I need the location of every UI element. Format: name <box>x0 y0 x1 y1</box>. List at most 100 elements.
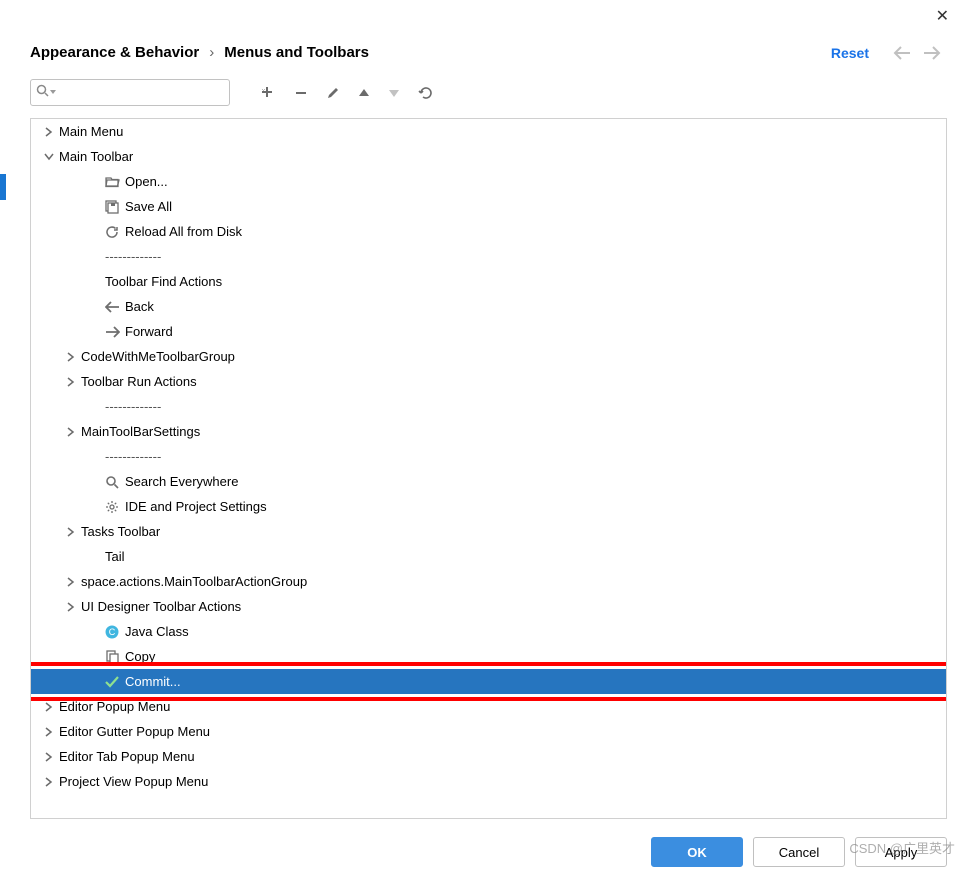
edit-button[interactable] <box>326 86 340 100</box>
tree-item-label: Editor Gutter Popup Menu <box>57 724 210 739</box>
tree-item[interactable]: Editor Tab Popup Menu <box>31 744 946 769</box>
tree-item[interactable]: CodeWithMeToolbarGroup <box>31 344 946 369</box>
tree-item-label: CodeWithMeToolbarGroup <box>79 349 235 364</box>
chevron-right-icon[interactable] <box>41 777 57 787</box>
nav-forward-icon[interactable] <box>923 46 941 60</box>
chevron-right-icon[interactable] <box>63 377 79 387</box>
tree-item-label: Forward <box>123 324 173 339</box>
chevron-right-icon[interactable] <box>41 127 57 137</box>
tree-item[interactable]: Tasks Toolbar <box>31 519 946 544</box>
tree-item[interactable]: Commit... <box>31 669 946 694</box>
move-down-button[interactable] <box>388 88 400 98</box>
breadcrumb: Appearance & Behavior › Menus and Toolba… <box>30 44 831 61</box>
search-icon <box>103 475 121 489</box>
add-button[interactable] <box>260 85 276 101</box>
tree-item[interactable]: space.actions.MainToolbarActionGroup <box>31 569 946 594</box>
tree-item[interactable]: Back <box>31 294 946 319</box>
tree-item-label: Reload All from Disk <box>123 224 242 239</box>
tree-item-label: Main Menu <box>57 124 123 139</box>
apply-button[interactable]: Apply <box>855 837 947 867</box>
tree-item-label: Main Toolbar <box>57 149 133 164</box>
tree-separator[interactable]: ------------- <box>31 444 946 469</box>
reset-button[interactable]: Reset <box>831 45 869 61</box>
tree-item-label: Commit... <box>123 674 181 689</box>
tree-item[interactable]: CJava Class <box>31 619 946 644</box>
tree-item[interactable]: Tail <box>31 544 946 569</box>
tree-item[interactable]: IDE and Project Settings <box>31 494 946 519</box>
tree-item-label: Tasks Toolbar <box>79 524 160 539</box>
tree-item[interactable]: Main Toolbar <box>31 144 946 169</box>
header: Appearance & Behavior › Menus and Toolba… <box>8 32 969 79</box>
tree-item-label: space.actions.MainToolbarActionGroup <box>79 574 307 589</box>
tree-item[interactable]: Copy <box>31 644 946 669</box>
folder-open-icon <box>103 175 121 188</box>
tree-item[interactable]: Save All <box>31 194 946 219</box>
restore-button[interactable] <box>418 85 434 101</box>
svg-text:C: C <box>109 627 116 637</box>
tree-item-label: Toolbar Run Actions <box>79 374 197 389</box>
tree-item[interactable]: UI Designer Toolbar Actions <box>31 594 946 619</box>
ok-button[interactable]: OK <box>651 837 743 867</box>
tree-item[interactable]: Project View Popup Menu <box>31 769 946 794</box>
tree-item-label: MainToolBarSettings <box>79 424 200 439</box>
tree-item-label: Back <box>123 299 154 314</box>
tree-item-label: Project View Popup Menu <box>57 774 208 789</box>
titlebar: ✕ <box>0 0 969 32</box>
tree-item[interactable]: Main Menu <box>31 119 946 144</box>
tree-item-label: Search Everywhere <box>123 474 238 489</box>
java-class-icon: C <box>103 625 121 639</box>
breadcrumb-parent[interactable]: Appearance & Behavior <box>30 44 199 61</box>
tree-item-label: Copy <box>123 649 155 664</box>
chevron-right-icon[interactable] <box>41 702 57 712</box>
arrow-left-icon <box>103 301 121 313</box>
tree-item-label: ------------- <box>103 249 161 264</box>
breadcrumb-sep: › <box>209 44 214 61</box>
cancel-button[interactable]: Cancel <box>753 837 845 867</box>
chevron-right-icon[interactable] <box>41 727 57 737</box>
tree-item-label: IDE and Project Settings <box>123 499 267 514</box>
save-all-icon <box>103 200 121 214</box>
tree-item[interactable]: Open... <box>31 169 946 194</box>
reload-icon <box>103 225 121 239</box>
tree-item[interactable]: Forward <box>31 319 946 344</box>
tree-item-label: UI Designer Toolbar Actions <box>79 599 241 614</box>
chevron-right-icon[interactable] <box>41 752 57 762</box>
copy-icon <box>103 650 121 664</box>
chevron-right-icon[interactable] <box>63 352 79 362</box>
breadcrumb-current: Menus and Toolbars <box>224 44 369 61</box>
tree-item-label: Tail <box>103 549 125 564</box>
search-icon <box>36 84 49 97</box>
tree-item[interactable]: Search Everywhere <box>31 469 946 494</box>
chevron-right-icon[interactable] <box>63 527 79 537</box>
tree-item[interactable]: MainToolBarSettings <box>31 419 946 444</box>
tree-item[interactable]: Editor Popup Menu <box>31 694 946 719</box>
tree-panel: Main Menu Main Toolbar Open... Save All Relo… <box>30 118 947 819</box>
tree-item[interactable]: Toolbar Run Actions <box>31 369 946 394</box>
tree-item[interactable]: Editor Gutter Popup Menu <box>31 719 946 744</box>
tree-item-label: Toolbar Find Actions <box>103 274 222 289</box>
arrow-right-icon <box>103 326 121 338</box>
remove-button[interactable] <box>294 86 308 100</box>
chevron-right-icon[interactable] <box>63 602 79 612</box>
tree-item-label: Editor Popup Menu <box>57 699 170 714</box>
tree-separator[interactable]: ------------- <box>31 394 946 419</box>
toolbar <box>8 79 969 118</box>
tree-separator[interactable]: ------------- <box>31 244 946 269</box>
chevron-right-icon[interactable] <box>63 577 79 587</box>
chevron-down-icon[interactable] <box>41 153 57 161</box>
move-up-button[interactable] <box>358 88 370 98</box>
tree-item[interactable]: Reload All from Disk <box>31 219 946 244</box>
tree[interactable]: Main Menu Main Toolbar Open... Save All Relo… <box>31 119 946 818</box>
tree-item[interactable]: Toolbar Find Actions <box>31 269 946 294</box>
search-dropdown-icon[interactable] <box>50 90 56 94</box>
gear-icon <box>103 500 121 514</box>
tree-item-label: Open... <box>123 174 168 189</box>
tree-item-label: Save All <box>123 199 172 214</box>
search-input[interactable] <box>30 79 230 106</box>
chevron-right-icon[interactable] <box>63 427 79 437</box>
nav-back-icon[interactable] <box>893 46 911 60</box>
tree-item-label: Editor Tab Popup Menu <box>57 749 195 764</box>
footer: OK Cancel Apply <box>8 819 969 885</box>
left-rail <box>0 32 8 885</box>
close-icon[interactable]: ✕ <box>936 6 949 26</box>
